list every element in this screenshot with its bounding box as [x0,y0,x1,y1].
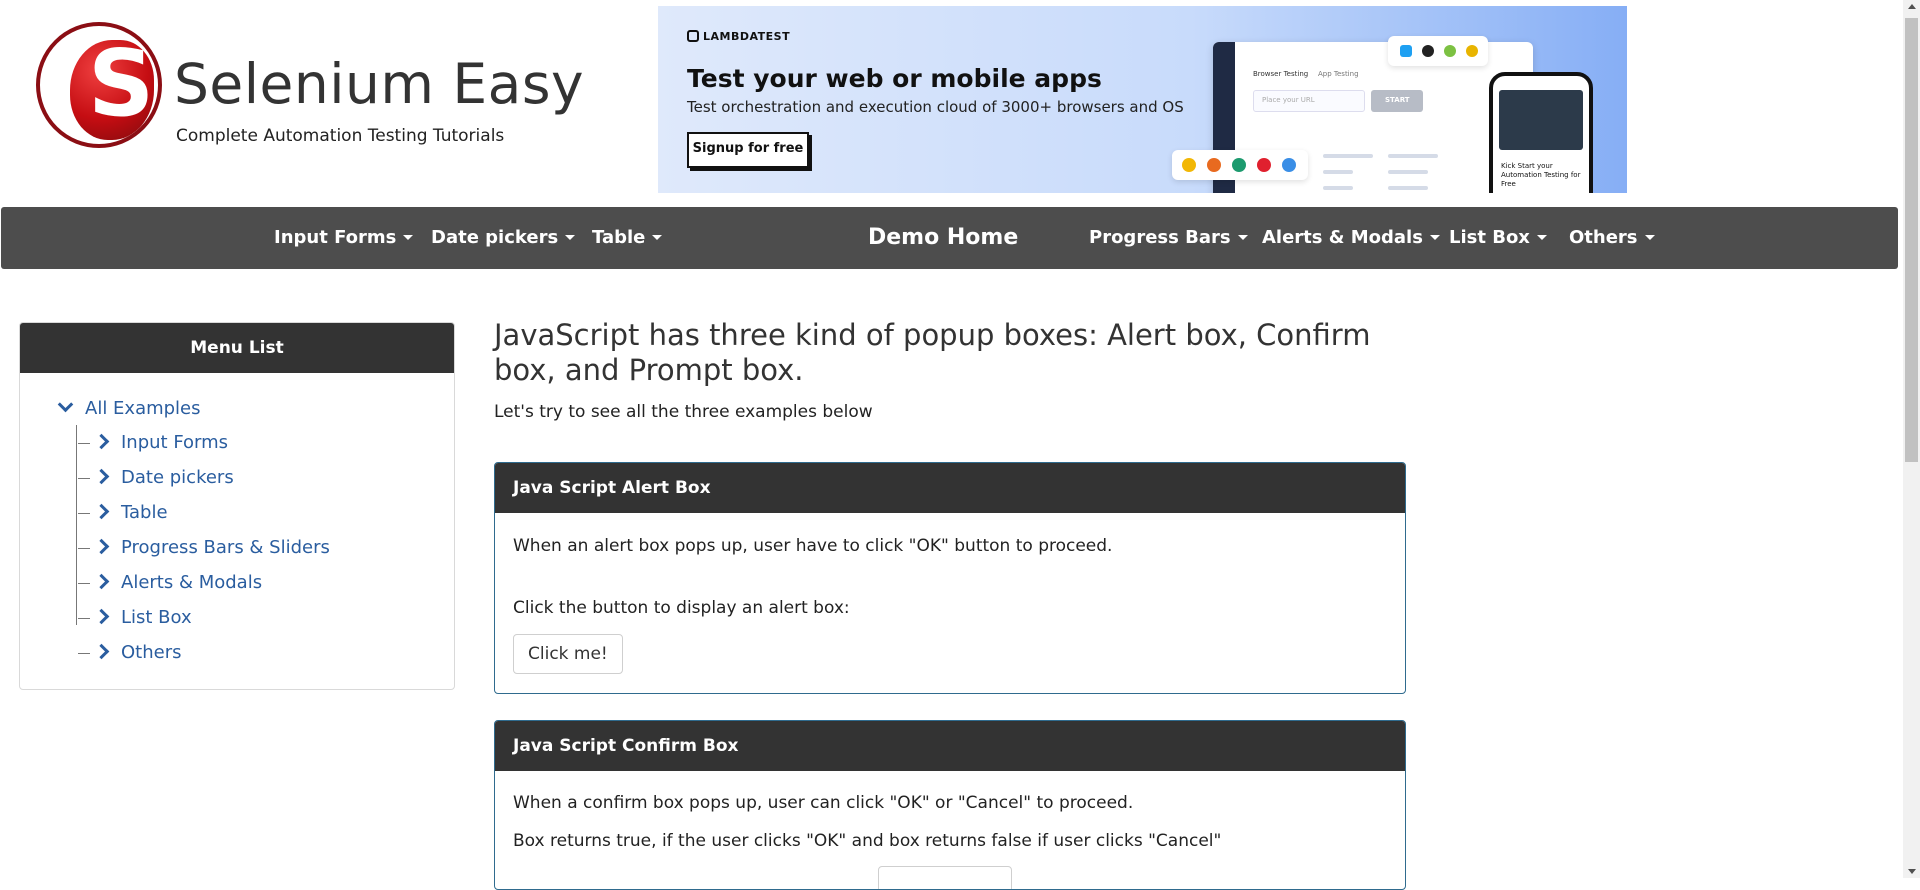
linux-icon [1466,45,1478,57]
confirm-box-detail: Box returns true, if the user clicks "OK… [513,831,1222,851]
sidebar-item-table[interactable]: Table [78,502,168,523]
sidebar-item-progress-bars[interactable]: Progress Bars & Sliders [78,537,330,558]
nav-list-box[interactable]: List Box [1449,207,1547,269]
nav-input-forms[interactable]: Input Forms [274,207,414,269]
chrome-icon [1182,158,1196,172]
caret-down-icon [1644,235,1655,240]
edge-icon [1232,158,1246,172]
nav-table[interactable]: Table [592,207,663,269]
nav-alerts-modals[interactable]: Alerts & Modals [1262,207,1440,269]
menu-list-panel: Menu List All Examples Input Forms Date … [19,322,455,690]
sidebar-item-list-box[interactable]: List Box [78,607,192,628]
tree-all-examples[interactable]: All Examples [56,396,201,419]
logo-letter: S [88,30,155,137]
tree-connector [76,425,77,625]
chevron-right-icon [93,468,110,485]
windows-icon [1400,45,1412,57]
opera-icon [1257,158,1271,172]
selenium-easy-logo-icon: S [36,22,162,148]
caret-down-icon [565,235,576,240]
banner-title: Test your web or mobile apps [687,64,1102,93]
nav-others[interactable]: Others [1569,207,1655,269]
main-navbar: Input Forms Date pickers Table Demo Home… [1,207,1898,269]
lambdatest-logo: LAMBDATEST [687,30,790,43]
scroll-down-arrow-icon[interactable] [1908,869,1916,874]
caret-down-icon [403,235,414,240]
sidebar-item-alerts-modals[interactable]: Alerts & Modals [78,572,262,593]
banner-subtitle: Test orchestration and execution cloud o… [687,98,1184,116]
chevron-right-icon [93,643,110,660]
chevron-down-icon [57,396,74,413]
brand-title: Selenium Easy [174,52,585,116]
apple-icon [1422,45,1434,57]
sidebar-item-others[interactable]: Others [78,642,182,663]
alert-box-instruction: Click the button to display an alert box… [513,598,850,618]
confirm-box-card-title: Java Script Confirm Box [495,721,1405,771]
scroll-up-arrow-icon[interactable] [1908,4,1916,9]
chevron-right-icon [93,538,110,555]
banner-phone-mockup: Kick Start your Automation Testing for F… [1489,72,1593,193]
chevron-right-icon [93,433,110,450]
chevron-right-icon [93,608,110,625]
signup-button[interactable]: Signup for free [687,132,809,168]
vertical-scrollbar[interactable] [1903,0,1920,878]
browser-icons-strip [1172,150,1308,180]
alert-box-card-title: Java Script Alert Box [495,463,1405,513]
lambdatest-logo-icon [687,30,699,42]
alert-box-description: When an alert box pops up, user have to … [513,536,1113,556]
confirm-box-card: Java Script Confirm Box When a confirm b… [494,720,1406,890]
brand-subtitle: Complete Automation Testing Tutorials [176,126,505,146]
alert-click-me-button[interactable]: Click me! [513,634,623,674]
caret-down-icon [1536,235,1547,240]
caret-down-icon [652,235,663,240]
menu-list-header: Menu List [20,323,454,373]
os-icons-strip [1388,36,1488,66]
chevron-right-icon [93,573,110,590]
nav-progress-bars[interactable]: Progress Bars [1089,207,1248,269]
caret-down-icon [1237,235,1248,240]
confirm-box-description: When a confirm box pops up, user can cli… [513,793,1134,813]
nav-date-pickers[interactable]: Date pickers [431,207,576,269]
sidebar-item-input-forms[interactable]: Input Forms [78,432,228,453]
alert-box-card: Java Script Alert Box When an alert box … [494,462,1406,694]
page-heading: JavaScript has three kind of popup boxes… [494,318,1371,387]
page-subheading: Let's try to see all the three examples … [494,402,873,422]
sidebar-item-date-pickers[interactable]: Date pickers [78,467,234,488]
firefox-icon [1207,158,1221,172]
chevron-right-icon [93,503,110,520]
safari-icon [1282,158,1296,172]
lambdatest-ad-banner[interactable]: LAMBDATEST Test your web or mobile apps … [658,6,1627,193]
scrollbar-thumb[interactable] [1905,18,1918,462]
android-icon [1444,45,1456,57]
site-logo[interactable]: S Selenium Easy Complete Automation Test… [36,22,584,162]
nav-demo-home[interactable]: Demo Home [868,207,1018,269]
confirm-click-me-button[interactable] [878,866,1012,889]
caret-down-icon [1429,235,1440,240]
